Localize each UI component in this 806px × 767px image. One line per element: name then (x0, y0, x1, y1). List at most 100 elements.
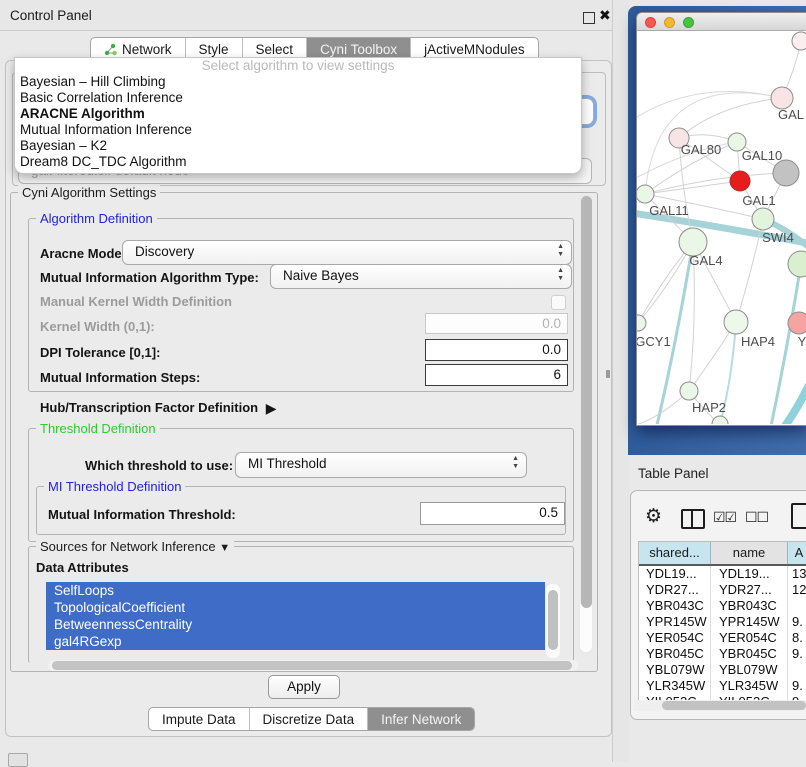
network-node-hap4[interactable] (724, 310, 748, 334)
data-attributes-list[interactable]: SelfLoopsTopologicalCoefficientBetweenne… (44, 582, 560, 660)
deselect-all-columns-icon[interactable]: ☐☐ (745, 509, 768, 526)
tab-discretize-data[interactable]: Discretize Data (249, 708, 368, 730)
algorithm-option[interactable]: Bayesian – Hill Climbing (15, 74, 581, 90)
attribute-item[interactable]: BetweennessCentrality (46, 616, 545, 633)
network-window-titlebar[interactable] (637, 13, 806, 31)
table-row[interactable]: YBL079WYBL079W (639, 662, 806, 678)
algorithm-option[interactable]: ARACNE Algorithm (15, 106, 581, 122)
network-node[interactable] (773, 160, 799, 186)
network-node[interactable] (792, 32, 806, 50)
dpi-tolerance-label: DPI Tolerance [0,1]: (40, 345, 160, 360)
network-node-gal11[interactable] (637, 185, 654, 203)
table-cell: YLR345W (639, 678, 711, 694)
select-all-columns-icon[interactable]: ☑☑ (713, 509, 736, 526)
dpi-tolerance-field[interactable]: 0.0 (425, 339, 568, 361)
table-row[interactable]: YBR045CYBR045C9. (639, 646, 806, 662)
node-label: GAL80 (681, 142, 721, 157)
column-header[interactable]: name (711, 542, 788, 564)
network-node-gal1[interactable] (752, 208, 774, 230)
network-edge[interactable] (637, 92, 782, 120)
mi-threshold-group-title: MI Threshold Definition (44, 479, 185, 494)
settings-vscrollbar[interactable] (581, 196, 592, 608)
attribute-item[interactable]: TopologicalCoefficient (46, 599, 545, 616)
network-canvas[interactable]: GALGAL80GAL10GAL11GAL1SWI4GAL4GCY1HAP4YH… (637, 30, 806, 424)
network-edge[interactable] (679, 98, 782, 138)
table-cell: 8. (788, 630, 806, 646)
table-cell: YBR045C (711, 646, 788, 662)
table-hscrollbar[interactable] (662, 701, 806, 710)
attribute-item[interactable]: SelfLoops (46, 582, 545, 599)
algorithm-option[interactable]: Dream8 DC_TDC Algorithm (15, 154, 581, 170)
algorithm-option[interactable]: Bayesian – K2 (15, 138, 581, 154)
column-header[interactable]: A (788, 542, 806, 564)
attribute-item[interactable]: gal4RGexp (46, 633, 545, 650)
table-row[interactable]: YDL19...YDL19...13 (639, 566, 806, 582)
mi-threshold-label: Mutual Information Threshold: (48, 507, 236, 522)
tab-label: Impute Data (162, 712, 236, 727)
kernel-width-field[interactable]: 0.0 (425, 313, 568, 334)
minimize-traffic-light[interactable] (664, 17, 675, 28)
attributes-scrollbar[interactable] (548, 590, 558, 650)
network-edge[interactable] (759, 385, 806, 424)
table-row[interactable]: YER054CYER054C8. (639, 630, 806, 646)
columns-icon[interactable] (681, 509, 705, 529)
network-node-y[interactable] (788, 312, 806, 334)
network-node-gal4[interactable] (679, 228, 707, 256)
which-threshold-combo[interactable]: MI Threshold ▲▼ (235, 452, 527, 478)
float-window-icon[interactable] (583, 12, 595, 24)
close-icon[interactable]: ✖ (599, 7, 611, 24)
table-cell: YDR27... (711, 582, 788, 598)
network-node-hap2[interactable] (680, 382, 698, 400)
bottom-corner-widget[interactable] (8, 753, 28, 767)
column-header[interactable]: shared... (639, 542, 711, 564)
network-node[interactable] (730, 171, 750, 191)
which-threshold-value: MI Threshold (248, 456, 327, 471)
gear-icon[interactable]: ⚙ (645, 505, 662, 528)
hub-definition-toggle[interactable]: Hub/Transcription Factor Definition ▶ (40, 399, 273, 416)
threshold-definition-title: Threshold Definition (36, 421, 160, 436)
combo-arrows-icon: ▲▼ (557, 243, 564, 259)
network-node-swi4[interactable] (788, 251, 806, 277)
mi-steps-field[interactable]: 6 (425, 364, 568, 386)
combo-arrows-icon: ▲▼ (557, 267, 564, 283)
zoom-traffic-light[interactable] (683, 17, 694, 28)
network-icon (104, 43, 117, 56)
network-edge[interactable] (637, 260, 638, 323)
tab-label: Discretize Data (263, 712, 355, 727)
algorithm-option[interactable]: Basic Correlation Inference (15, 90, 581, 106)
mi-type-combo[interactable]: Naive Bayes ▲▼ (270, 264, 572, 289)
tab-label: Cyni Toolbox (320, 42, 397, 57)
node-label: HAP4 (741, 334, 775, 349)
network-edge[interactable] (771, 264, 801, 424)
manual-kernel-checkbox[interactable] (551, 295, 566, 310)
settings-hscrollbar[interactable] (52, 661, 572, 670)
aracne-mode-combo[interactable]: Discovery ▲▼ (122, 240, 572, 265)
tab-label: Style (199, 42, 229, 57)
export-table-icon[interactable] (791, 503, 806, 529)
network-node[interactable] (712, 416, 728, 424)
table-body: YDL19...YDL19...13YDR27...YDR27...12YBR0… (639, 566, 806, 703)
table-cell (788, 662, 806, 678)
aracne-mode-label: Aracne Mode: (40, 246, 126, 261)
sources-toggle[interactable]: Sources for Network Inference ▼ (36, 539, 234, 554)
panel-divider[interactable] (612, 0, 629, 762)
network-node-gcy1[interactable] (637, 315, 646, 331)
close-traffic-light[interactable] (645, 17, 656, 28)
node-label: HAP2 (692, 400, 726, 415)
mi-type-value: Naive Bayes (283, 268, 359, 283)
tab-infer-network[interactable]: Infer Network (367, 708, 474, 730)
table-cell: 12 (788, 582, 806, 598)
table-row[interactable]: YLR345WYLR345W9. (639, 678, 806, 694)
network-node-gal[interactable] (771, 87, 793, 109)
table-header[interactable]: shared...nameA (639, 542, 806, 566)
node-table[interactable]: shared...nameA YDL19...YDL19...13YDR27..… (638, 541, 806, 703)
divider-grip-icon[interactable] (606, 370, 610, 378)
table-panel-title: Table Panel (638, 466, 709, 481)
tab-impute-data[interactable]: Impute Data (149, 708, 249, 730)
mi-threshold-field[interactable]: 0.5 (420, 502, 565, 525)
algorithm-option[interactable]: Mutual Information Inference (15, 122, 581, 138)
table-row[interactable]: YBR043CYBR043C (639, 598, 806, 614)
apply-button[interactable]: Apply (268, 675, 340, 699)
table-row[interactable]: YPR145WYPR145W9. (639, 614, 806, 630)
table-row[interactable]: YDR27...YDR27...12 (639, 582, 806, 598)
